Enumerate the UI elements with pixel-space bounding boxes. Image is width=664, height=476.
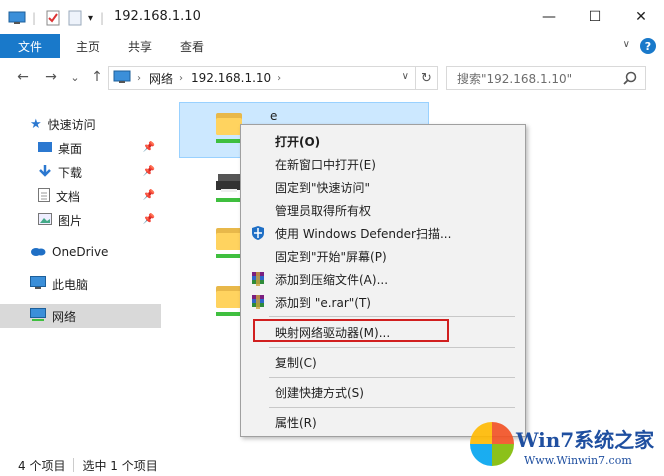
menu-item-add-e-rar[interactable]: 添加到 "e.rar"(T) — [241, 291, 525, 313]
recent-locations-button[interactable]: ⌄ — [66, 67, 84, 87]
up-button[interactable]: ↑ — [88, 67, 106, 87]
maximize-button[interactable]: ☐ — [572, 0, 618, 34]
sidebar-item-documents[interactable]: 文档 📌 — [0, 184, 161, 208]
chevron-right-icon[interactable]: › — [137, 73, 141, 84]
new-folder-icon[interactable] — [68, 9, 82, 27]
cloud-icon — [30, 245, 46, 259]
download-icon — [38, 164, 52, 181]
document-icon — [38, 187, 50, 205]
search-icon[interactable] — [623, 71, 637, 88]
window-title: 192.168.1.10 — [114, 9, 201, 24]
winrar-icon — [250, 271, 266, 287]
winrar-icon — [250, 294, 266, 310]
printer-icon[interactable] — [216, 172, 242, 194]
tab-home[interactable]: 主页 — [76, 34, 100, 58]
menu-item-pin-start[interactable]: 固定到"开始"屏幕(P) — [241, 245, 525, 267]
watermark: Win7系统之家 Www.Winwin7.com — [470, 420, 664, 476]
tab-view[interactable]: 查看 — [180, 34, 204, 58]
breadcrumb-network[interactable]: 网络 — [149, 70, 173, 87]
chevron-right-icon[interactable]: › — [277, 73, 281, 84]
sidebar-item-quick-access[interactable]: ★ 快速访问 — [0, 112, 161, 136]
minimize-button[interactable]: — — [526, 0, 572, 34]
sidebar-item-this-pc[interactable]: 此电脑 — [0, 272, 161, 296]
customize-quick-access-icon[interactable]: ▾ — [88, 9, 93, 27]
item-label: e — [270, 109, 278, 123]
computer-icon — [113, 70, 131, 87]
back-button[interactable]: ← — [14, 67, 32, 87]
breadcrumb-host[interactable]: 192.168.1.10 — [191, 71, 271, 85]
menu-separator — [269, 407, 515, 408]
selected-count: 选中 1 个项目 — [82, 458, 158, 473]
computer-icon — [8, 9, 26, 27]
sidebar-item-downloads[interactable]: 下载 📌 — [0, 160, 161, 184]
item-count: 4 个项目 — [18, 458, 66, 473]
navigation-bar: ← → ⌄ ↑ › 网络 › 192.168.1.10 › ∨ ↻ 搜索"192… — [0, 62, 664, 92]
tab-file[interactable]: 文件 — [0, 34, 60, 58]
sidebar-item-onedrive[interactable]: OneDrive — [0, 240, 161, 264]
pin-icon[interactable]: 📌 — [143, 142, 155, 153]
title-bar: | ▾ | 192.168.1.10 — ☐ ✕ — [0, 0, 664, 34]
windows-logo-icon — [470, 422, 514, 466]
menu-item-pin-quick-access[interactable]: 固定到"快速访问" — [241, 176, 525, 198]
address-dropdown-icon[interactable]: ∨ — [402, 71, 409, 82]
star-icon: ★ — [30, 116, 42, 132]
properties-icon[interactable] — [46, 9, 60, 27]
menu-item-add-archive[interactable]: 添加到压缩文件(A)... — [241, 268, 525, 290]
network-icon — [30, 307, 46, 325]
highlight-box — [253, 319, 449, 342]
watermark-url: Www.Winwin7.com — [524, 454, 632, 467]
menu-separator — [269, 377, 515, 378]
folder-icon — [216, 113, 242, 135]
ribbon: 文件 主页 共享 查看 ∨ ? — [0, 34, 664, 58]
menu-separator — [269, 316, 515, 317]
pin-icon[interactable]: 📌 — [143, 214, 155, 225]
sidebar-item-pictures[interactable]: 图片 📌 — [0, 208, 161, 232]
pin-icon[interactable]: 📌 — [143, 166, 155, 177]
menu-item-open[interactable]: 打开(O) — [241, 130, 525, 152]
forward-button[interactable]: → — [42, 67, 60, 87]
sidebar-item-network[interactable]: 网络 — [0, 304, 161, 328]
address-bar[interactable]: › 网络 › 192.168.1.10 › ∨ ↻ — [108, 66, 438, 90]
navigation-pane: ★ 快速访问 桌面 📌 下载 📌 文档 📌 图片 📌 OneDrive 此电脑 … — [0, 100, 161, 450]
search-placeholder: 搜索"192.168.1.10" — [457, 71, 573, 86]
tab-share[interactable]: 共享 — [128, 34, 152, 58]
close-button[interactable]: ✕ — [618, 0, 664, 34]
menu-item-copy[interactable]: 复制(C) — [241, 351, 525, 373]
picture-icon — [38, 212, 52, 228]
menu-separator — [269, 347, 515, 348]
chevron-up-icon[interactable]: ∨ — [623, 39, 630, 50]
search-input[interactable]: 搜索"192.168.1.10" — [446, 66, 646, 90]
menu-item-take-ownership[interactable]: 管理员取得所有权 — [241, 199, 525, 221]
context-menu: 打开(O) 在新窗口中打开(E) 固定到"快速访问" 管理员取得所有权 使用 W… — [240, 124, 526, 437]
menu-item-defender-scan[interactable]: 使用 Windows Defender扫描... — [241, 222, 525, 244]
desktop-icon — [38, 141, 52, 156]
folder-icon[interactable] — [216, 228, 242, 250]
chevron-right-icon[interactable]: › — [179, 73, 183, 84]
refresh-button[interactable]: ↻ — [415, 67, 437, 89]
computer-icon — [30, 275, 46, 293]
watermark-title: Win7系统之家 — [516, 428, 655, 452]
help-button[interactable]: ? — [640, 38, 656, 54]
sidebar-item-desktop[interactable]: 桌面 📌 — [0, 136, 161, 160]
folder-icon[interactable] — [216, 286, 242, 308]
shield-icon — [250, 225, 266, 241]
pin-icon[interactable]: 📌 — [143, 190, 155, 201]
menu-item-create-shortcut[interactable]: 创建快捷方式(S) — [241, 381, 525, 403]
menu-item-open-new-window[interactable]: 在新窗口中打开(E) — [241, 153, 525, 175]
